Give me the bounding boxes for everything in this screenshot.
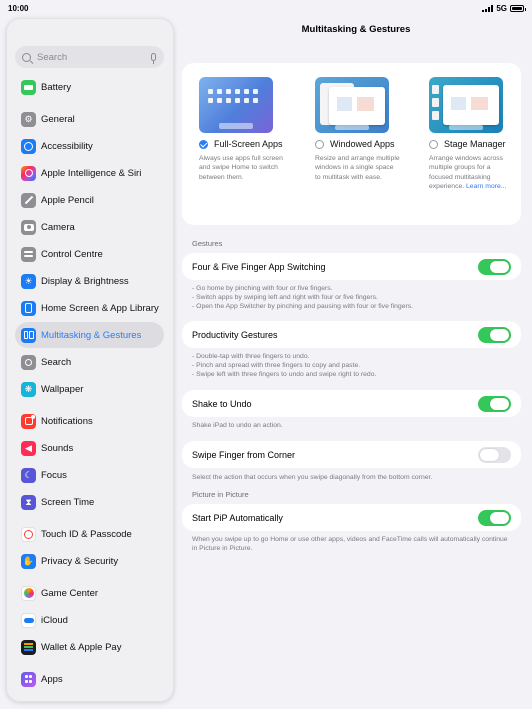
sidebar-item-touch-id[interactable]: Touch ID & Passcode <box>15 521 164 547</box>
mode-label: Windowed Apps <box>330 139 395 149</box>
sidebar-item-multitasking-gestures[interactable]: Multitasking & Gestures <box>15 322 164 348</box>
four-five-finger-row: Four & Five Finger App Switching <box>182 253 521 280</box>
productivity-gestures-footer: - Double-tap with three fingers to undo.… <box>192 353 377 379</box>
status-time: 10:00 <box>8 4 29 13</box>
start-pip-row: Start PiP Automatically <box>182 504 521 531</box>
battery-status-icon <box>510 5 526 12</box>
selected-checkmark-icon <box>199 139 208 149</box>
sidebar-item-home-screen[interactable]: Home Screen & App Library <box>15 295 164 321</box>
hourglass-icon: ⧗ <box>21 494 36 510</box>
mode-description: Always use apps full screen and swipe Ho… <box>199 155 283 181</box>
cloud-icon <box>21 612 36 628</box>
multitasking-icon <box>21 327 36 343</box>
windowed-preview <box>315 77 389 133</box>
search-placeholder: Search <box>37 51 68 63</box>
sidebar: Search Battery ⚙ General Accessibility Ap… <box>6 18 174 702</box>
sidebar-item-accessibility[interactable]: Accessibility <box>15 133 164 159</box>
sidebar-item-camera[interactable]: Camera <box>15 214 164 240</box>
mode-description: Resize and arrange multiple windows in a… <box>315 155 400 181</box>
sidebar-item-focus[interactable]: ☾ Focus <box>15 462 164 488</box>
network-label: 5G <box>496 4 507 13</box>
four-five-finger-footer: - Go home by pinching with four or five … <box>192 285 414 311</box>
sidebar-search-field[interactable]: Search <box>15 46 164 68</box>
sidebar-item-apple-pencil[interactable]: Apple Pencil <box>15 187 164 213</box>
sidebar-item-apple-intelligence-siri[interactable]: Apple Intelligence & Siri <box>15 160 164 186</box>
sidebar-item-apps[interactable]: Apps <box>15 666 164 692</box>
moon-icon: ☾ <box>21 467 36 483</box>
four-five-finger-label: Four & Five Finger App Switching <box>192 261 326 272</box>
productivity-gestures-toggle[interactable] <box>478 326 511 343</box>
mode-windowed[interactable]: Windowed Apps Resize and arrange multipl… <box>315 77 407 182</box>
sidebar-item-notifications[interactable]: Notifications <box>15 408 164 434</box>
wallet-icon <box>21 639 36 655</box>
camera-icon <box>21 219 36 235</box>
shake-to-undo-toggle[interactable] <box>478 395 511 412</box>
sidebar-item-icloud[interactable]: iCloud <box>15 607 164 633</box>
status-bar: 10:00 5G <box>0 0 532 16</box>
sidebar-item-game-center[interactable]: Game Center <box>15 580 164 606</box>
sidebar-item-sounds[interactable]: ◀ Sounds <box>15 435 164 461</box>
cellular-signal-icon <box>482 5 494 12</box>
gestures-section-header: Gestures <box>192 239 223 248</box>
mode-stage-manager[interactable]: Stage Manager Arrange windows across mul… <box>429 77 521 192</box>
swipe-from-corner-toggle[interactable] <box>478 446 511 463</box>
accessibility-icon <box>21 138 36 154</box>
start-pip-toggle[interactable] <box>478 509 511 526</box>
pip-section-header: Picture in Picture <box>192 490 249 499</box>
radio-unselected <box>315 139 324 149</box>
sidebar-item-battery[interactable]: Battery <box>15 74 164 100</box>
battery-icon <box>21 79 36 95</box>
page-title: Multitasking & Gestures <box>301 24 411 35</box>
search-icon <box>21 354 36 370</box>
sidebar-item-search[interactable]: Search <box>15 349 164 375</box>
pencil-icon <box>21 192 36 208</box>
speaker-icon: ◀ <box>21 440 36 456</box>
sun-icon: ☀ <box>21 273 36 289</box>
sidebar-item-screen-time[interactable]: ⧗ Screen Time <box>15 489 164 515</box>
swipe-from-corner-label: Swipe Finger from Corner <box>192 449 296 460</box>
apps-icon <box>21 671 36 687</box>
hand-icon: ✋ <box>21 553 36 569</box>
multitasking-mode-card: Full-Screen Apps Always use apps full sc… <box>182 63 521 225</box>
sidebar-item-privacy-security[interactable]: ✋ Privacy & Security <box>15 548 164 574</box>
bell-icon <box>21 413 36 429</box>
sidebar-item-wallet[interactable]: Wallet & Apple Pay <box>15 634 164 660</box>
four-five-finger-toggle[interactable] <box>478 258 511 275</box>
radio-unselected <box>429 139 438 149</box>
shake-to-undo-footer: Shake iPad to undo an action. <box>192 422 283 429</box>
start-pip-label: Start PiP Automatically <box>192 512 283 523</box>
mode-full-screen[interactable]: Full-Screen Apps Always use apps full sc… <box>199 77 291 182</box>
swipe-from-corner-row[interactable]: Swipe Finger from Corner <box>182 441 521 468</box>
wallpaper-icon: ❋ <box>21 381 36 397</box>
shake-to-undo-row: Shake to Undo <box>182 390 521 417</box>
mode-label: Stage Manager <box>444 139 506 149</box>
sidebar-item-wallpaper[interactable]: ❋ Wallpaper <box>15 376 164 402</box>
siri-icon <box>21 165 36 181</box>
sidebar-item-control-centre[interactable]: Control Centre <box>15 241 164 267</box>
microphone-icon[interactable] <box>151 53 156 64</box>
productivity-gestures-row: Productivity Gestures <box>182 321 521 348</box>
productivity-gestures-label: Productivity Gestures <box>192 329 278 340</box>
fingerprint-icon <box>21 526 36 542</box>
search-magnifier-icon <box>22 52 31 62</box>
start-pip-footer: When you swipe up to go Home or use othe… <box>192 536 508 553</box>
swipe-from-corner-footer: Select the action that occurs when you s… <box>192 474 433 481</box>
control-centre-icon <box>21 246 36 262</box>
home-screen-icon <box>21 300 36 316</box>
gear-icon: ⚙ <box>21 111 36 127</box>
full-screen-preview <box>199 77 273 133</box>
sidebar-item-general[interactable]: ⚙ General <box>15 106 164 132</box>
shake-to-undo-label: Shake to Undo <box>192 398 252 409</box>
game-center-icon <box>21 585 36 601</box>
learn-more-link[interactable]: Learn more... <box>466 183 506 190</box>
stage-manager-preview <box>429 77 503 133</box>
sidebar-item-display-brightness[interactable]: ☀ Display & Brightness <box>15 268 164 294</box>
mode-label: Full-Screen Apps <box>214 139 283 149</box>
